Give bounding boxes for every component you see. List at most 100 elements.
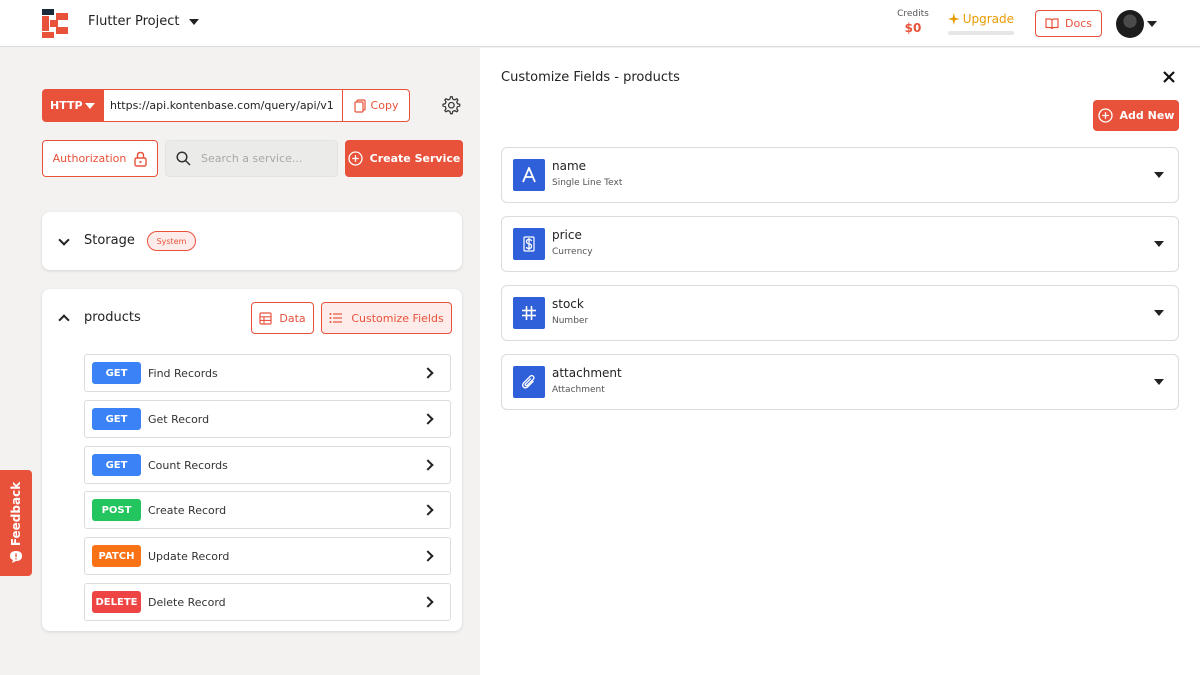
field-type: Currency bbox=[552, 247, 593, 257]
panel-title: Customize Fields - products bbox=[501, 70, 680, 85]
field-type: Single Line Text bbox=[552, 178, 623, 188]
credits-progress-bar bbox=[948, 31, 1014, 35]
endpoint-label: Create Record bbox=[148, 503, 227, 517]
chevron-down-icon[interactable] bbox=[58, 234, 70, 246]
upgrade-link[interactable]: Upgrade bbox=[948, 12, 1014, 35]
kontenbase-logo[interactable] bbox=[42, 9, 69, 38]
url-field[interactable] bbox=[104, 89, 342, 122]
field-name: name bbox=[552, 159, 587, 173]
field-name: attachment bbox=[552, 366, 622, 380]
hash-icon bbox=[513, 297, 545, 329]
chevron-up-icon[interactable] bbox=[58, 314, 70, 326]
method-badge: POST bbox=[92, 499, 141, 521]
search-icon bbox=[176, 151, 191, 166]
credits-label: Credits bbox=[897, 9, 929, 19]
chevron-right-icon bbox=[422, 504, 434, 516]
method-badge: DELETE bbox=[92, 591, 141, 613]
table-icon bbox=[259, 311, 272, 325]
docs-button[interactable]: Docs bbox=[1035, 10, 1102, 37]
service-search[interactable] bbox=[165, 140, 338, 177]
endpoint-count-records[interactable]: GET Count Records bbox=[84, 446, 451, 484]
project-name: Flutter Project bbox=[88, 14, 180, 29]
text-icon bbox=[513, 159, 545, 191]
chevron-right-icon bbox=[422, 596, 434, 608]
feedback-tab[interactable]: Feedback bbox=[0, 470, 32, 576]
request-bar: HTTP Copy bbox=[42, 89, 410, 122]
data-button[interactable]: Data bbox=[251, 302, 314, 334]
credits-display: Credits $0 bbox=[890, 9, 936, 35]
endpoint-label: Find Records bbox=[148, 366, 218, 380]
customize-fields-button[interactable]: Customize Fields bbox=[321, 302, 452, 334]
endpoint-label: Get Record bbox=[148, 412, 210, 426]
chat-bubble-icon bbox=[10, 551, 22, 563]
field-row-price[interactable]: price Currency bbox=[501, 216, 1179, 272]
endpoint-label: Delete Record bbox=[148, 595, 226, 609]
endpoint-create-record[interactable]: POST Create Record bbox=[84, 491, 451, 529]
close-icon[interactable] bbox=[1161, 69, 1177, 85]
field-name: price bbox=[552, 228, 582, 242]
chevron-right-icon bbox=[422, 459, 434, 471]
list-icon bbox=[329, 313, 343, 323]
storage-service-card[interactable]: Storage System bbox=[42, 212, 462, 270]
endpoint-label: Update Record bbox=[148, 549, 230, 563]
authorization-label: Authorization bbox=[52, 152, 127, 165]
dollar-icon bbox=[513, 228, 545, 260]
method-badge: GET bbox=[92, 362, 141, 384]
chevron-down-icon[interactable] bbox=[1154, 379, 1164, 385]
field-name: stock bbox=[552, 297, 584, 311]
add-new-button[interactable]: Add New bbox=[1093, 100, 1179, 131]
gear-icon[interactable] bbox=[440, 95, 461, 116]
create-service-button[interactable]: Create Service bbox=[345, 140, 463, 177]
customize-fields-label: Customize Fields bbox=[351, 311, 444, 325]
chevron-down-icon[interactable] bbox=[1154, 310, 1164, 316]
copy-button[interactable]: Copy bbox=[342, 89, 410, 122]
add-circle-icon bbox=[348, 151, 363, 166]
create-service-label: Create Service bbox=[369, 152, 461, 165]
method-badge: GET bbox=[92, 408, 141, 430]
chevron-down-icon bbox=[85, 102, 95, 109]
field-row-stock[interactable]: stock Number bbox=[501, 285, 1179, 341]
customize-fields-panel: Customize Fields - products Add New name… bbox=[480, 48, 1200, 675]
field-row-name[interactable]: name Single Line Text bbox=[501, 147, 1179, 203]
system-badge: System bbox=[147, 231, 196, 251]
data-label: Data bbox=[279, 311, 306, 325]
method-label: HTTP bbox=[50, 99, 83, 112]
field-row-attachment[interactable]: attachment Attachment bbox=[501, 354, 1179, 410]
field-type: Attachment bbox=[552, 385, 605, 395]
copy-label: Copy bbox=[370, 99, 399, 112]
project-selector[interactable]: Flutter Project bbox=[88, 14, 200, 29]
chevron-right-icon bbox=[422, 550, 434, 562]
paperclip-icon bbox=[513, 366, 545, 398]
endpoint-update-record[interactable]: PATCH Update Record bbox=[84, 537, 451, 575]
avatar[interactable] bbox=[1116, 10, 1144, 38]
copy-icon bbox=[353, 98, 366, 113]
endpoint-label: Count Records bbox=[148, 458, 228, 472]
chevron-down-icon[interactable] bbox=[1154, 241, 1164, 247]
products-title: products bbox=[84, 310, 141, 325]
products-service-card: products Data Customize Fields GET Find … bbox=[42, 289, 462, 631]
method-badge: GET bbox=[92, 454, 141, 476]
chevron-down-icon[interactable] bbox=[1154, 172, 1164, 178]
book-icon bbox=[1045, 17, 1059, 29]
storage-title: Storage bbox=[84, 233, 135, 248]
field-type: Number bbox=[552, 316, 589, 326]
chevron-right-icon bbox=[422, 367, 434, 379]
credits-value: $0 bbox=[904, 21, 922, 35]
endpoint-get-record[interactable]: GET Get Record bbox=[84, 400, 451, 438]
method-badge: PATCH bbox=[92, 545, 141, 567]
top-bar: Flutter Project Credits $0 Upgrade Docs bbox=[0, 0, 1200, 47]
chevron-down-icon[interactable] bbox=[1147, 21, 1157, 27]
endpoint-delete-record[interactable]: DELETE Delete Record bbox=[84, 583, 451, 621]
docs-label: Docs bbox=[1065, 17, 1092, 30]
method-dropdown[interactable]: HTTP bbox=[42, 89, 104, 122]
endpoint-find-records[interactable]: GET Find Records bbox=[84, 354, 451, 392]
authorization-button[interactable]: Authorization bbox=[42, 140, 158, 177]
add-new-label: Add New bbox=[1119, 109, 1175, 122]
chevron-right-icon bbox=[422, 413, 434, 425]
upgrade-label: Upgrade bbox=[962, 12, 1014, 26]
search-input[interactable] bbox=[201, 152, 326, 165]
chevron-down-icon bbox=[189, 18, 200, 25]
add-circle-icon bbox=[1097, 108, 1113, 123]
sparkle-icon bbox=[948, 13, 960, 25]
lock-icon bbox=[134, 151, 148, 167]
